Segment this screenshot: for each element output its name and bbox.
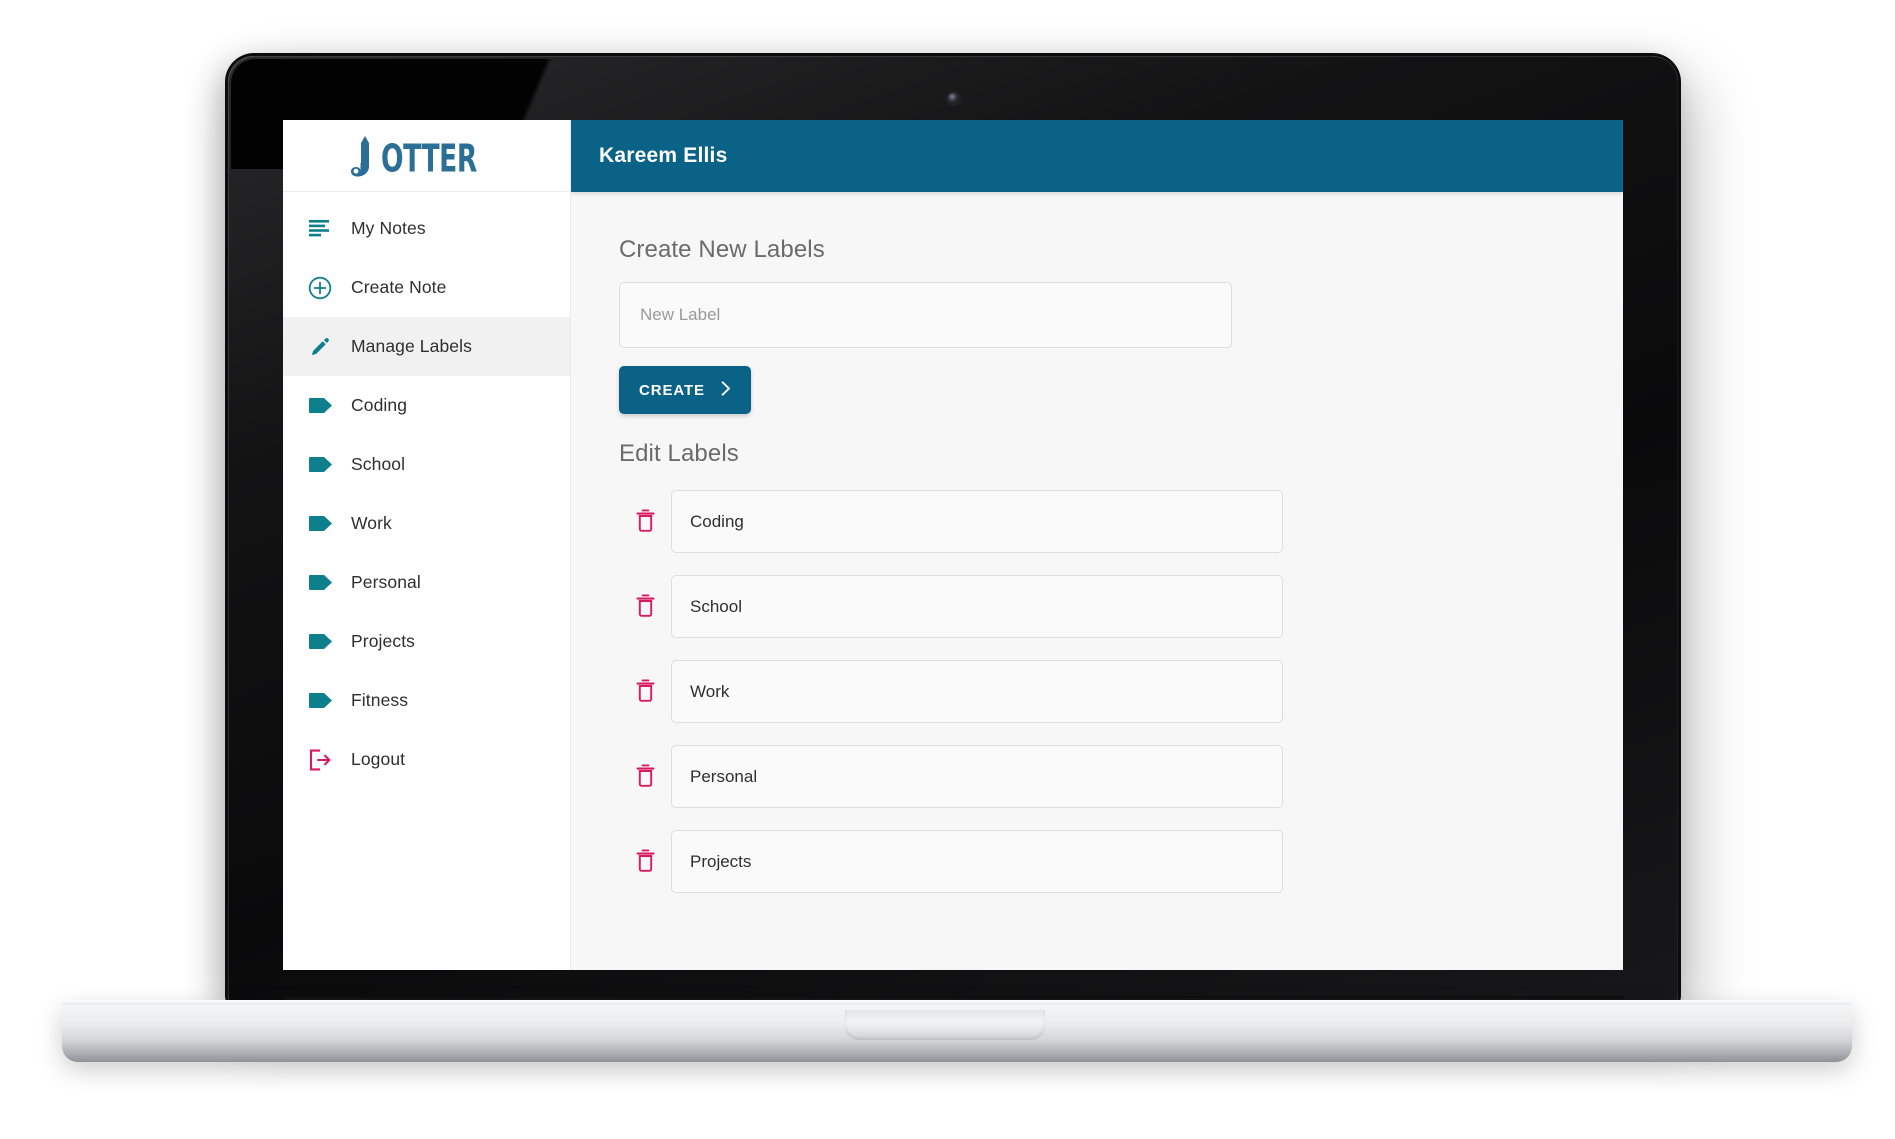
sidebar: OTTER My Notes Create Note Manage Labels… <box>283 120 571 970</box>
notes-lines-icon <box>297 219 343 238</box>
plus-circle-icon <box>297 276 343 300</box>
label-row <box>619 490 1623 553</box>
delete-label-button[interactable] <box>619 848 671 875</box>
logo-wrap: OTTER <box>350 135 504 181</box>
sidebar-item-my-notes[interactable]: My Notes <box>283 199 570 258</box>
create-button[interactable]: CREATE <box>619 366 751 414</box>
label-row <box>619 660 1623 723</box>
screenshot-stage: OTTER My Notes Create Note Manage Labels… <box>0 0 1895 1139</box>
create-button-label: CREATE <box>639 381 705 399</box>
pencil-icon <box>297 335 343 358</box>
label-name-input[interactable] <box>671 830 1283 893</box>
create-labels-heading: Create New Labels <box>619 236 825 263</box>
label-name-input[interactable] <box>671 660 1283 723</box>
chevron-right-icon <box>721 380 731 400</box>
sidebar-item-label: Fitness <box>351 690 409 710</box>
sidebar-item-projects[interactable]: Projects <box>283 612 570 671</box>
logout-icon <box>297 749 343 771</box>
delete-label-button[interactable] <box>619 678 671 705</box>
logo-text: OTTER <box>380 136 477 181</box>
laptop-screen: OTTER My Notes Create Note Manage Labels… <box>283 120 1623 970</box>
sidebar-item-create-note[interactable]: Create Note <box>283 258 570 317</box>
sidebar-item-label: Logout <box>351 749 406 769</box>
edit-labels-list <box>619 490 1623 893</box>
delete-label-button[interactable] <box>619 593 671 620</box>
label-row <box>619 745 1623 808</box>
label-row <box>619 575 1623 638</box>
sidebar-item-coding[interactable]: Coding <box>283 376 570 435</box>
sidebar-item-label: Create Note <box>351 277 447 297</box>
trash-icon <box>636 593 655 620</box>
delete-label-button[interactable] <box>619 763 671 790</box>
topbar: Kareem Ellis <box>571 120 1623 192</box>
brand-logo[interactable]: OTTER <box>283 120 570 192</box>
sidebar-nav: My Notes Create Note Manage Labels Codin… <box>283 192 570 789</box>
tag-icon <box>297 456 343 473</box>
sidebar-item-label: Work <box>351 513 392 533</box>
laptop-base-lip <box>62 1044 1852 1062</box>
edit-labels-heading: Edit Labels <box>619 440 739 467</box>
new-label-input[interactable] <box>619 282 1232 348</box>
label-name-input[interactable] <box>671 745 1283 808</box>
sidebar-item-fitness[interactable]: Fitness <box>283 671 570 730</box>
sidebar-item-label: School <box>351 454 406 474</box>
sidebar-item-logout[interactable]: Logout <box>283 730 570 789</box>
sidebar-item-work[interactable]: Work <box>283 494 570 553</box>
label-row <box>619 830 1623 893</box>
tag-icon <box>297 397 343 414</box>
trash-icon <box>636 848 655 875</box>
trash-icon <box>636 678 655 705</box>
trash-icon <box>636 508 655 535</box>
laptop-base-notch <box>845 1010 1045 1040</box>
trash-icon <box>636 763 655 790</box>
sidebar-item-label: My Notes <box>351 218 426 238</box>
content-panel: Create New Labels CREATE Edit Labels <box>571 192 1623 970</box>
main-area: Kareem Ellis Create New Labels CREATE <box>571 120 1623 970</box>
delete-label-button[interactable] <box>619 508 671 535</box>
pencil-j-icon <box>350 135 380 177</box>
webcam-dot-icon <box>948 93 959 104</box>
sidebar-item-label: Manage Labels <box>351 336 472 356</box>
tag-icon <box>297 574 343 591</box>
label-name-input[interactable] <box>671 575 1283 638</box>
label-name-input[interactable] <box>671 490 1283 553</box>
sidebar-item-label: Personal <box>351 572 421 592</box>
sidebar-item-label: Coding <box>351 395 408 415</box>
tag-icon <box>297 633 343 650</box>
sidebar-item-manage-labels[interactable]: Manage Labels <box>283 317 570 376</box>
tag-icon <box>297 515 343 532</box>
sidebar-item-school[interactable]: School <box>283 435 570 494</box>
sidebar-item-personal[interactable]: Personal <box>283 553 570 612</box>
tag-icon <box>297 692 343 709</box>
sidebar-item-label: Projects <box>351 631 416 651</box>
user-name: Kareem Ellis <box>599 144 728 167</box>
laptop-base-top-edge <box>62 1000 1852 1005</box>
